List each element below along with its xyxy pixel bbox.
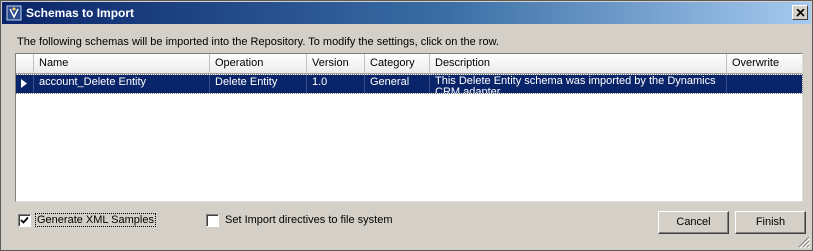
instructions-text: The following schemas will be imported i… — [17, 36, 499, 48]
cancel-button[interactable]: Cancel — [658, 211, 729, 234]
schemas-table: Name Operation Version Category Descript… — [15, 53, 803, 202]
finish-button[interactable]: Finish — [735, 211, 806, 234]
cell-version[interactable]: 1.0 — [307, 75, 365, 93]
cell-operation[interactable]: Delete Entity — [210, 75, 307, 93]
cell-category[interactable]: General — [365, 75, 430, 93]
schema-import-icon — [6, 5, 22, 21]
column-header-operation[interactable]: Operation — [210, 54, 307, 74]
table-header: Name Operation Version Category Descript… — [16, 54, 802, 74]
generate-xml-samples-label[interactable]: Generate XML Samples — [35, 213, 156, 227]
column-header-overwrite[interactable]: Overwrite — [727, 54, 802, 74]
row-selector[interactable] — [16, 75, 34, 93]
close-button[interactable] — [792, 5, 808, 20]
column-header-description[interactable]: Description — [430, 54, 727, 74]
resize-grip-icon[interactable] — [798, 236, 810, 248]
checkmark-icon — [20, 216, 29, 224]
cell-overwrite[interactable] — [727, 75, 802, 93]
dialog-title: Schemas to Import — [26, 6, 135, 20]
column-header-category[interactable]: Category — [365, 54, 430, 74]
row-header-corner[interactable] — [16, 54, 34, 74]
column-header-name[interactable]: Name — [34, 54, 210, 74]
set-import-directives-checkbox[interactable] — [206, 214, 219, 227]
set-import-directives-label[interactable]: Set Import directives to file system — [224, 214, 394, 226]
generate-xml-samples-checkbox[interactable] — [18, 214, 31, 227]
title-bar[interactable]: Schemas to Import — [2, 2, 811, 24]
table-row[interactable]: account_Delete Entity Delete Entity 1.0 … — [15, 74, 803, 94]
cell-description[interactable]: This Delete Entity schema was imported b… — [430, 75, 727, 93]
column-header-version[interactable]: Version — [307, 54, 365, 74]
schemas-to-import-dialog: Schemas to Import The following schemas … — [0, 0, 813, 251]
current-row-arrow-icon — [21, 79, 27, 88]
close-icon — [796, 9, 805, 17]
cell-name[interactable]: account_Delete Entity — [34, 75, 210, 93]
